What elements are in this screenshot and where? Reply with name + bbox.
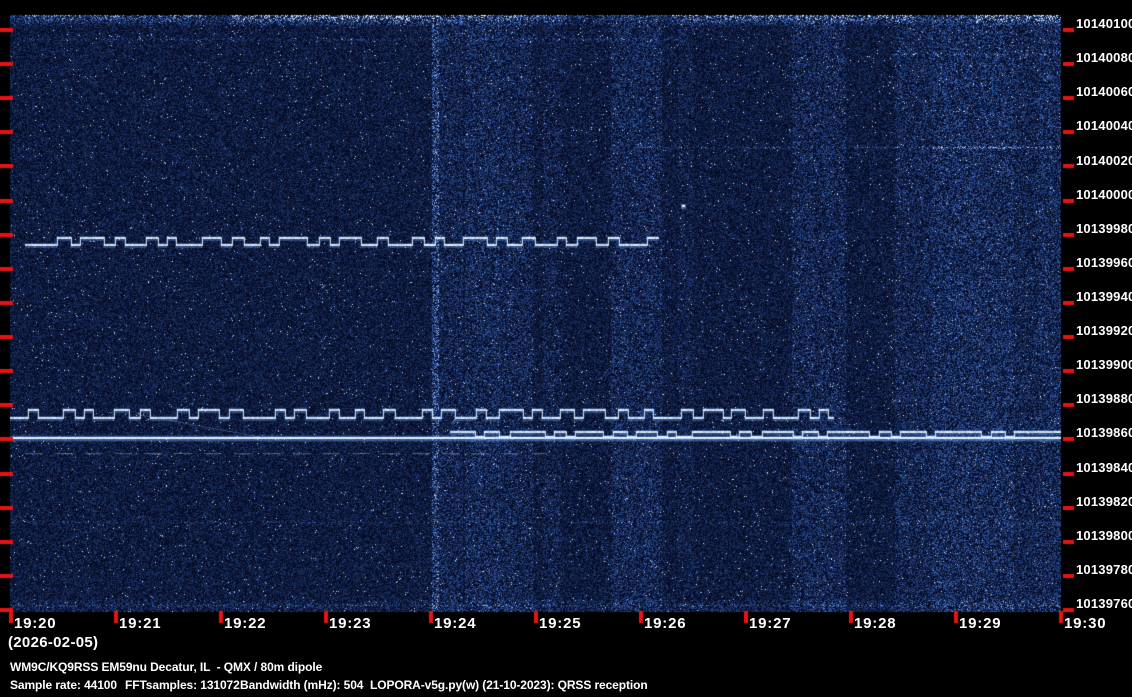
freq-axis-label: 10140080 [1076,50,1132,65]
freq-axis-label: 10139800 [1076,528,1132,543]
freq-axis-label: 10139860 [1076,425,1132,440]
time-axis-label: 19:30 [1064,615,1107,632]
freq-axis-label: 10140020 [1076,153,1132,168]
freq-axis-label: 10140000 [1076,187,1132,202]
time-axis-label: 19:29 [959,615,1002,632]
freq-axis-label: 10139960 [1076,255,1132,270]
station-info-line: WM9C/KQ9RSS EM59nu Decatur, IL - QMX / 8… [10,660,323,674]
freq-axis-label: 10139820 [1076,494,1132,509]
freq-axis-label: 10139880 [1076,391,1132,406]
time-axis-label: 19:20 [14,615,57,632]
time-axis-label: 19:27 [749,615,792,632]
qrss-grabber-window: 10140100 10140080 10140060 10140040 1014… [0,0,1132,697]
time-axis-label: 19:28 [854,615,897,632]
time-axis-label: 19:26 [644,615,687,632]
freq-axis-label: 10139760 [1076,596,1132,611]
freq-axis-label: 10139780 [1076,562,1132,577]
freq-axis-label: 10140040 [1076,118,1132,133]
fft-samples: FFTsamples: 131072 [125,678,240,692]
freq-axis-label: 10140100 [1076,16,1132,31]
time-axis-label: 19:21 [119,615,162,632]
sample-rate: Sample rate: 44100 [10,678,117,692]
freq-axis-label: 10140060 [1076,84,1132,99]
freq-axis-label: 10139920 [1076,323,1132,338]
time-axis-label: 19:25 [539,615,582,632]
time-axis-label: 19:24 [434,615,477,632]
date-label: (2026-02-05) [8,634,99,651]
freq-axis-label: 10139840 [1076,460,1132,475]
time-axis-label: 19:22 [224,615,267,632]
software-version: LOPORA-v5g.py(w) (21-10-2023): QRSS rece… [370,678,648,692]
freq-axis-label: 10139940 [1076,289,1132,304]
bandwidth: Bandwidth (mHz): 504 [240,678,364,692]
freq-axis-label: 10139980 [1076,221,1132,236]
freq-axis-label: 10139900 [1076,357,1132,372]
time-axis-label: 19:23 [329,615,372,632]
spectrogram-waterfall-canvas [0,0,1132,697]
